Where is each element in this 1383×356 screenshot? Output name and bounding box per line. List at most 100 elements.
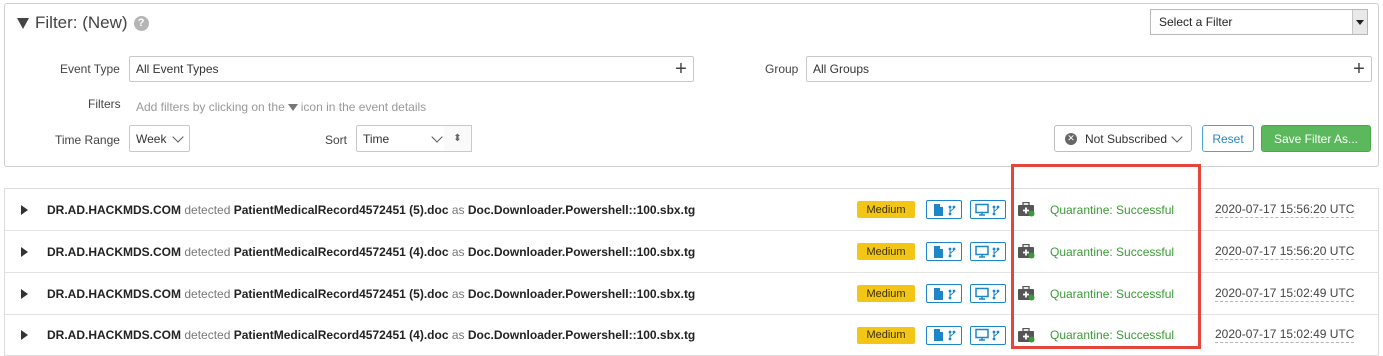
device-trajectory-icon bbox=[975, 287, 1000, 300]
sort-direction-icon: ⬍ bbox=[453, 133, 462, 144]
quarantine-icon bbox=[1018, 286, 1035, 301]
select-filter-value: Select a Filter bbox=[1159, 15, 1233, 29]
event-timestamp[interactable]: 2020-07-17 15:02:49 UTC bbox=[1215, 327, 1355, 343]
device-trajectory-button[interactable] bbox=[970, 325, 1006, 345]
file-trajectory-icon bbox=[934, 329, 956, 341]
add-group-icon[interactable]: + bbox=[1347, 59, 1371, 79]
event-file: PatientMedicalRecord4572451 (5).doc bbox=[233, 202, 449, 217]
event-verb: detected bbox=[184, 328, 231, 342]
quarantine-status: Quarantine: Successful bbox=[1050, 244, 1175, 259]
file-trajectory-button[interactable] bbox=[926, 200, 962, 219]
event-threat: Doc.Downloader.Powershell::100.sbx.tg bbox=[467, 286, 696, 301]
event-threat: Doc.Downloader.Powershell::100.sbx.tg bbox=[467, 202, 696, 217]
sort-dropdown[interactable]: Time bbox=[356, 125, 449, 152]
device-trajectory-button[interactable] bbox=[970, 242, 1006, 261]
event-timestamp[interactable]: 2020-07-17 15:02:49 UTC bbox=[1215, 286, 1355, 302]
expand-icon[interactable] bbox=[21, 330, 28, 340]
quarantine-icon bbox=[1018, 328, 1035, 343]
event-summary: DR.AD.HACKMDS.COM detected PatientMedica… bbox=[47, 245, 695, 259]
quarantine-icon bbox=[1018, 202, 1035, 217]
collapse-icon[interactable] bbox=[17, 17, 29, 29]
filters-label: Filters bbox=[88, 97, 121, 111]
severity-badge: Medium bbox=[857, 243, 915, 260]
device-trajectory-icon bbox=[975, 203, 1000, 216]
quarantine-status: Quarantine: Successful bbox=[1050, 202, 1175, 217]
device-trajectory-icon bbox=[975, 328, 1000, 341]
event-as: as bbox=[451, 244, 465, 259]
sort-value: Time bbox=[363, 131, 390, 146]
expand-icon[interactable] bbox=[21, 246, 28, 257]
chevron-down-icon bbox=[172, 130, 184, 143]
filter-title: Filter: (New) bbox=[35, 13, 128, 32]
event-type-value: All Event Types bbox=[136, 62, 219, 76]
sort-label: Sort bbox=[325, 133, 348, 147]
unsubscribed-icon: ✕ bbox=[1064, 132, 1077, 145]
filters-hint-text: Add filters by clicking on the bbox=[136, 100, 285, 114]
event-file: PatientMedicalRecord4572451 (4).doc bbox=[233, 328, 449, 342]
filter-panel: Filter: (New) ? Select a Filter Event Ty… bbox=[4, 3, 1379, 167]
file-trajectory-icon bbox=[934, 287, 956, 300]
expand-icon[interactable] bbox=[21, 204, 28, 215]
funnel-icon bbox=[287, 103, 298, 111]
file-trajectory-button[interactable] bbox=[926, 242, 962, 261]
event-file: PatientMedicalRecord4572451 (4).doc bbox=[233, 244, 449, 259]
time-range-value: Week bbox=[136, 131, 167, 146]
group-field[interactable]: All Groups + bbox=[806, 56, 1372, 82]
severity-badge: Medium bbox=[857, 326, 915, 344]
add-event-type-icon[interactable]: + bbox=[669, 59, 693, 79]
chevron-down-icon bbox=[431, 130, 443, 143]
event-row[interactable]: DR.AD.HACKMDS.COM detected PatientMedica… bbox=[5, 189, 1378, 231]
event-type-label: Event Type bbox=[60, 62, 120, 76]
group-value: All Groups bbox=[813, 62, 870, 76]
subscription-label: Not Subscribed bbox=[1084, 131, 1168, 146]
save-filter-button[interactable]: Save Filter As... bbox=[1261, 125, 1371, 152]
file-trajectory-button[interactable] bbox=[926, 325, 962, 345]
event-verb: detected bbox=[184, 202, 231, 217]
help-icon[interactable]: ? bbox=[133, 15, 149, 31]
event-summary: DR.AD.HACKMDS.COM detected PatientMedica… bbox=[47, 287, 695, 301]
event-row[interactable]: DR.AD.HACKMDS.COM detected PatientMedica… bbox=[5, 273, 1378, 315]
event-host: DR.AD.HACKMDS.COM bbox=[47, 286, 181, 301]
time-range-dropdown[interactable]: Week bbox=[129, 125, 190, 152]
event-verb: detected bbox=[184, 286, 231, 301]
severity-badge: Medium bbox=[857, 285, 915, 302]
event-threat: Doc.Downloader.Powershell::100.sbx.tg bbox=[467, 328, 696, 342]
event-as: as bbox=[451, 286, 465, 301]
event-summary: DR.AD.HACKMDS.COM detected PatientMedica… bbox=[47, 328, 695, 342]
file-trajectory-button[interactable] bbox=[926, 284, 962, 303]
file-trajectory-icon bbox=[934, 245, 956, 258]
quarantine-status: Quarantine: Successful bbox=[1050, 286, 1175, 301]
event-row[interactable]: DR.AD.HACKMDS.COM detected PatientMedica… bbox=[5, 231, 1378, 273]
filters-hint: Add filters by clicking on the icon in t… bbox=[136, 100, 426, 114]
group-label: Group bbox=[765, 62, 799, 76]
event-timestamp[interactable]: 2020-07-17 15:56:20 UTC bbox=[1215, 202, 1355, 218]
quarantine-status: Quarantine: Successful bbox=[1050, 328, 1175, 342]
event-host: DR.AD.HACKMDS.COM bbox=[47, 244, 181, 259]
event-host: DR.AD.HACKMDS.COM bbox=[47, 328, 181, 342]
sort-direction-button[interactable]: ⬍ bbox=[444, 125, 472, 152]
dropdown-arrow-icon[interactable] bbox=[1352, 10, 1367, 34]
event-type-field[interactable]: All Event Types + bbox=[129, 56, 694, 82]
filters-hint-text-end: icon in the event details bbox=[300, 100, 427, 114]
event-timestamp[interactable]: 2020-07-17 15:56:20 UTC bbox=[1215, 244, 1355, 260]
device-trajectory-button[interactable] bbox=[970, 284, 1006, 303]
event-row[interactable]: DR.AD.HACKMDS.COM detected PatientMedica… bbox=[5, 315, 1378, 355]
event-summary: DR.AD.HACKMDS.COM detected PatientMedica… bbox=[47, 203, 695, 217]
select-filter-dropdown[interactable]: Select a Filter bbox=[1150, 9, 1368, 35]
time-range-label: Time Range bbox=[55, 133, 120, 147]
expand-icon[interactable] bbox=[21, 288, 28, 299]
events-list: DR.AD.HACKMDS.COM detected PatientMedica… bbox=[4, 188, 1379, 356]
quarantine-icon bbox=[1018, 244, 1035, 259]
subscription-dropdown[interactable]: ✕ Not Subscribed bbox=[1054, 125, 1192, 152]
filter-header[interactable]: Filter: (New) ? bbox=[17, 13, 149, 33]
event-host: DR.AD.HACKMDS.COM bbox=[47, 202, 181, 217]
event-file: PatientMedicalRecord4572451 (5).doc bbox=[233, 286, 449, 301]
device-trajectory-button[interactable] bbox=[970, 200, 1006, 219]
severity-badge: Medium bbox=[857, 201, 915, 218]
device-trajectory-icon bbox=[975, 245, 1000, 258]
reset-button[interactable]: Reset bbox=[1202, 125, 1254, 152]
file-trajectory-icon bbox=[934, 203, 956, 216]
event-as: as bbox=[451, 202, 465, 217]
chevron-down-icon bbox=[1171, 130, 1183, 143]
event-verb: detected bbox=[184, 244, 231, 259]
